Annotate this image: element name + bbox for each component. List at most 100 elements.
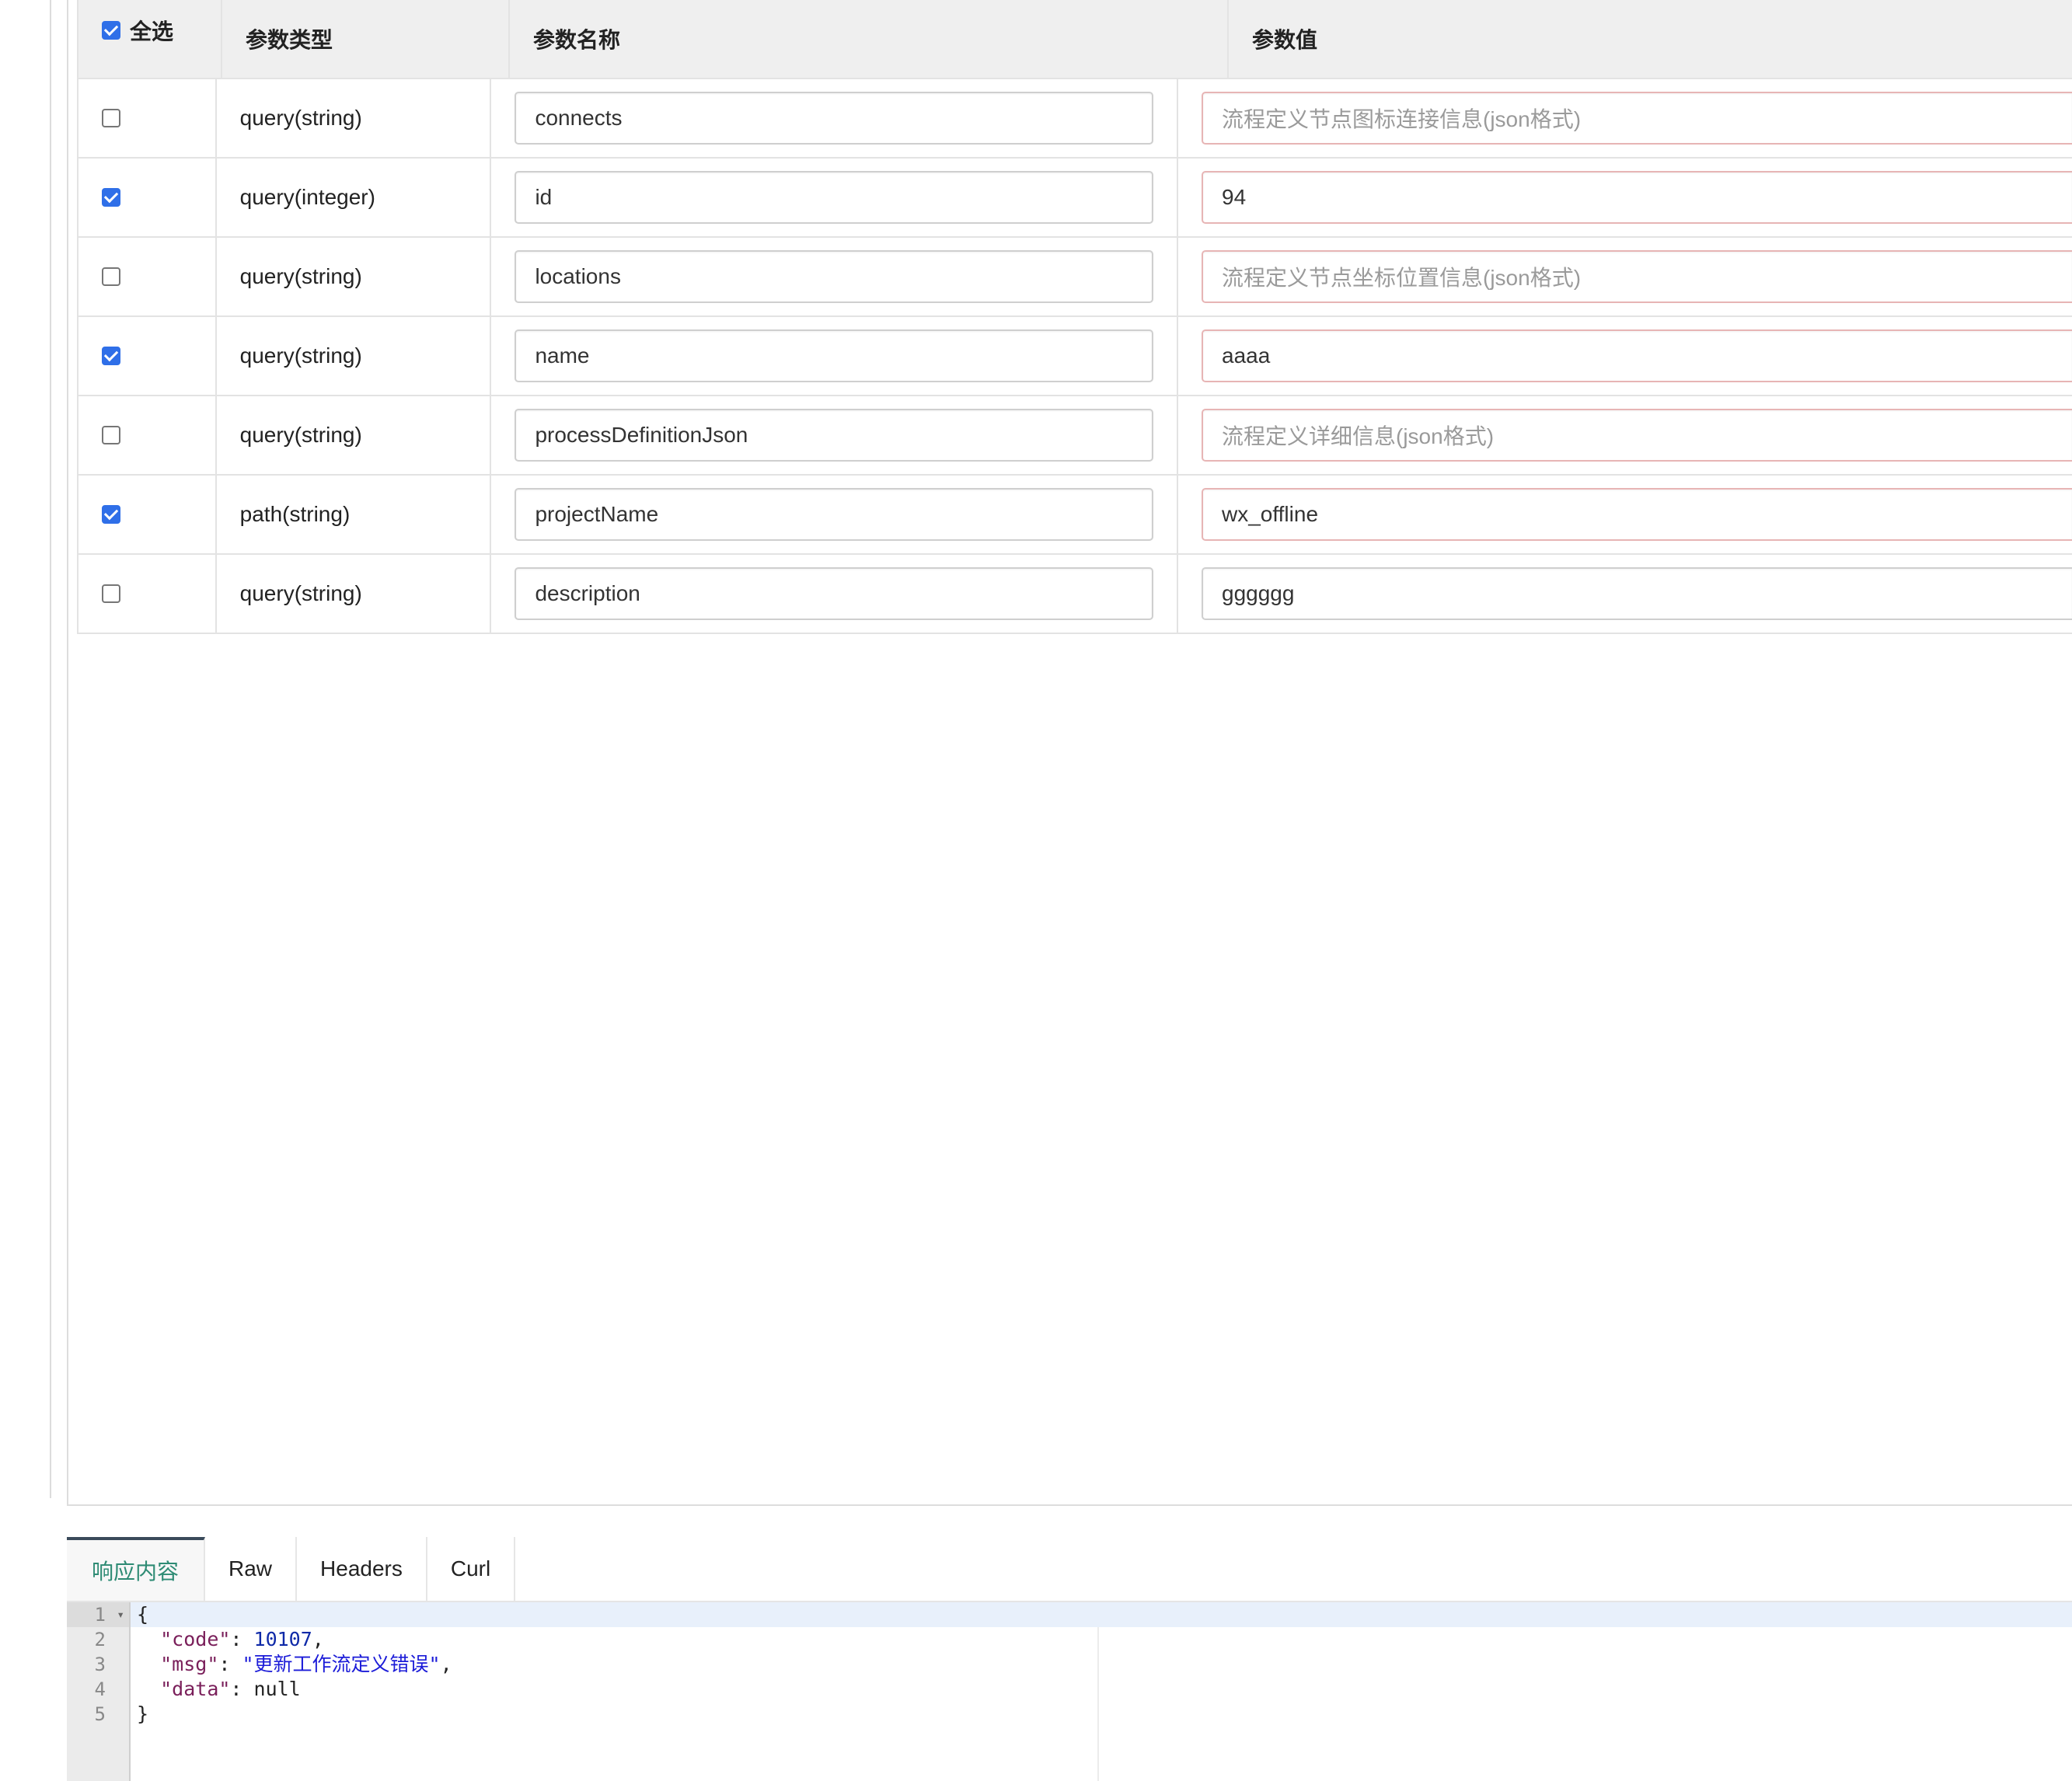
left-divider bbox=[50, 0, 51, 1498]
line-number-gutter: 1 ▾ 2 3 4 5 bbox=[67, 1602, 131, 1781]
param-name-input[interactable]: name bbox=[515, 329, 1154, 382]
param-value-input[interactable]: 94 bbox=[1202, 171, 2072, 224]
param-name-text: locations bbox=[535, 264, 621, 288]
json-value-code: 10107 bbox=[253, 1628, 312, 1650]
row-select-cell bbox=[77, 159, 215, 236]
code-line-3: "msg": "更新工作流定义错误", bbox=[160, 1653, 452, 1675]
tab-response-content[interactable]: 响应内容 bbox=[67, 1537, 206, 1601]
response-tabs: 响应内容 Raw Headers Curl bbox=[67, 1537, 516, 1601]
code-line-1: { bbox=[131, 1602, 2072, 1627]
param-name-text: projectName bbox=[535, 502, 659, 526]
select-all-checkbox[interactable] bbox=[102, 21, 120, 40]
table-row: query(integer) id 94 bbox=[77, 159, 2072, 238]
param-value-text: wx_offline bbox=[1222, 502, 1319, 526]
code-line-5: } bbox=[131, 1702, 2072, 1727]
table-header: 全选 参数类型 参数名称 参数值 bbox=[77, 0, 2072, 79]
row-value-cell: wx_offline bbox=[1177, 476, 2072, 553]
tab-raw[interactable]: Raw bbox=[205, 1537, 298, 1601]
line-number-text: 4 bbox=[94, 1678, 106, 1700]
line-number-text: 5 bbox=[94, 1703, 106, 1725]
row-value-cell: gggggg bbox=[1177, 555, 2072, 633]
param-value-input[interactable]: 流程定义详细信息(json格式) bbox=[1202, 409, 2072, 462]
tab-headers[interactable]: Headers bbox=[297, 1537, 427, 1601]
code-line-2: "code": 10107, bbox=[160, 1628, 324, 1650]
param-name-input[interactable]: description bbox=[515, 567, 1154, 620]
param-name-input[interactable]: id bbox=[515, 171, 1154, 224]
param-name-input[interactable]: processDefinitionJson bbox=[515, 409, 1154, 462]
line-number: 2 bbox=[67, 1627, 129, 1652]
param-value-placeholder: 流程定义节点坐标位置信息(json格式) bbox=[1222, 266, 1582, 290]
param-value-input[interactable]: aaaa bbox=[1202, 329, 2072, 382]
row-type-cell: query(string) bbox=[215, 317, 490, 395]
row-select-cell bbox=[77, 317, 215, 395]
line-number-text: 1 bbox=[94, 1604, 106, 1626]
row-select-cell bbox=[77, 476, 215, 553]
row-checkbox[interactable] bbox=[102, 267, 120, 286]
row-type-cell: query(string) bbox=[215, 396, 490, 474]
row-checkbox[interactable] bbox=[102, 584, 120, 603]
code-area[interactable]: { "code": 10107, "msg": "更新工作流定义错误", "da… bbox=[131, 1602, 2072, 1781]
param-value-input[interactable]: gggggg bbox=[1202, 567, 2072, 620]
row-select-cell bbox=[77, 79, 215, 157]
param-value-text: aaaa bbox=[1222, 343, 1271, 368]
json-key-msg: "msg" bbox=[160, 1653, 219, 1675]
row-checkbox[interactable] bbox=[102, 426, 120, 444]
param-value-placeholder: 流程定义节点图标连接信息(json格式) bbox=[1222, 107, 1582, 131]
row-type-cell: query(string) bbox=[215, 555, 490, 633]
row-type-cell: query(string) bbox=[215, 79, 490, 157]
line-number: 3 bbox=[67, 1652, 129, 1677]
row-value-cell: 流程定义详细信息(json格式) bbox=[1177, 396, 2072, 474]
select-all-label: 全选 bbox=[130, 19, 174, 44]
param-type: query(string) bbox=[239, 343, 362, 368]
param-name-input[interactable]: connects bbox=[515, 92, 1154, 145]
param-value-input[interactable]: 流程定义节点坐标位置信息(json格式) bbox=[1202, 250, 2072, 303]
row-value-cell: aaaa bbox=[1177, 317, 2072, 395]
param-value-input[interactable]: wx_offline bbox=[1202, 488, 2072, 541]
code-line-4: "data": null bbox=[160, 1678, 301, 1700]
line-number: 5 bbox=[67, 1702, 129, 1727]
json-value-data: null bbox=[253, 1678, 301, 1700]
param-value-text: 94 bbox=[1222, 185, 1247, 209]
header-param-value: 参数值 bbox=[1252, 28, 1318, 52]
line-number: 4 bbox=[67, 1677, 129, 1702]
param-name-text: id bbox=[535, 185, 553, 209]
row-checkbox[interactable] bbox=[102, 347, 120, 365]
line-number: 1 ▾ bbox=[67, 1602, 129, 1627]
param-name-input[interactable]: locations bbox=[515, 250, 1154, 303]
table-row: query(string) processDefinitionJson 流程定义详细… bbox=[77, 396, 2072, 476]
row-select-cell bbox=[77, 555, 215, 633]
row-select-cell bbox=[77, 396, 215, 474]
table-row: query(string) description gggggg bbox=[77, 555, 2072, 634]
json-open-brace: { bbox=[137, 1603, 149, 1626]
json-value-msg: "更新工作流定义错误" bbox=[242, 1653, 441, 1675]
row-name-cell: connects bbox=[490, 79, 1177, 157]
param-type: query(string) bbox=[239, 581, 362, 605]
row-name-cell: name bbox=[490, 317, 1177, 395]
header-type-cell: 参数类型 bbox=[221, 0, 508, 78]
row-value-cell: 94 bbox=[1177, 159, 2072, 236]
param-value-input[interactable]: 流程定义节点图标连接信息(json格式) bbox=[1202, 92, 2072, 145]
header-name-cell: 参数名称 bbox=[508, 0, 1227, 78]
row-name-cell: description bbox=[490, 555, 1177, 633]
row-value-cell: 流程定义节点图标连接信息(json格式) bbox=[1177, 79, 2072, 157]
row-value-cell: 流程定义节点坐标位置信息(json格式) bbox=[1177, 238, 2072, 315]
table-row: query(string) connects 流程定义节点图标连接信息(json格式… bbox=[77, 79, 2072, 159]
param-type: query(string) bbox=[239, 423, 362, 447]
param-name-input[interactable]: projectName bbox=[515, 488, 1154, 541]
row-checkbox[interactable] bbox=[102, 109, 120, 127]
tab-curl[interactable]: Curl bbox=[427, 1537, 516, 1601]
row-type-cell: query(integer) bbox=[215, 159, 490, 236]
param-value-text: gggggg bbox=[1222, 581, 1295, 605]
table-row: path(string) projectName wx_offline bbox=[77, 476, 2072, 555]
response-editor[interactable]: 1 ▾ 2 3 4 5 { "code": 10107, "msg": "更新工作流定义错… bbox=[67, 1601, 2072, 1781]
json-key-code: "code" bbox=[160, 1628, 231, 1650]
row-checkbox[interactable] bbox=[102, 188, 120, 207]
params-table: 全选 参数类型 参数名称 参数值 query(string) connects 流程… bbox=[77, 0, 2072, 634]
table-row: query(string) name aaaa bbox=[77, 317, 2072, 396]
row-name-cell: id bbox=[490, 159, 1177, 236]
fold-toggle-icon[interactable]: ▾ bbox=[117, 1602, 124, 1627]
line-number-text: 2 bbox=[94, 1629, 106, 1650]
row-checkbox[interactable] bbox=[102, 505, 120, 524]
param-name-text: processDefinitionJson bbox=[535, 423, 748, 447]
json-close-brace: } bbox=[137, 1703, 149, 1725]
